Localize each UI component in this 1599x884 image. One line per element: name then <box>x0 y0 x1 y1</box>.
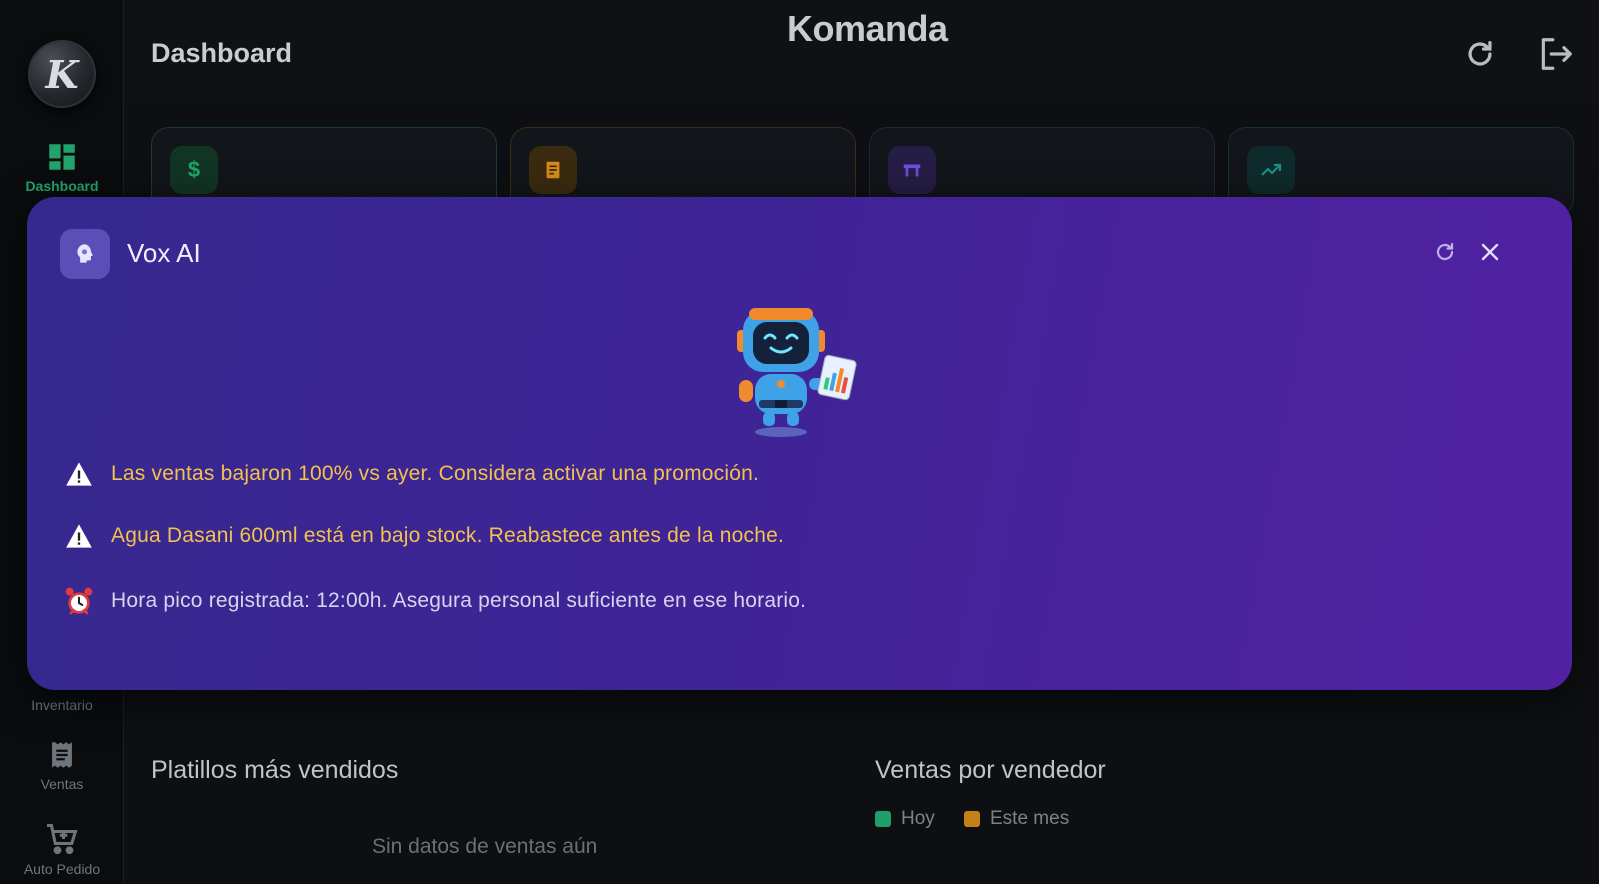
refresh-icon <box>1436 242 1454 261</box>
insight-text: Las ventas bajaron 100% vs ayer. Conside… <box>111 462 760 485</box>
app-logo[interactable]: K <box>28 40 96 108</box>
insight-item: Hora pico registrada: 12:00h. Asegura pe… <box>59 585 806 617</box>
close-icon <box>1481 243 1499 261</box>
sidebar-item-label: Auto Pedido <box>23 861 101 877</box>
legend-swatch <box>875 811 891 827</box>
sidebar-item-inventario[interactable]: Inventario <box>0 697 124 713</box>
dollar-icon: $ <box>170 146 218 194</box>
app-root: K Dashboard Inventario Ventas Auto Pedid… <box>0 0 1599 884</box>
brain-icon <box>77 244 93 263</box>
insight-text: Agua Dasani 600ml está en bajo stock. Re… <box>111 524 784 547</box>
sidebar-item-label: Inventario <box>31 697 93 713</box>
robot-mascot-illustration <box>737 308 857 437</box>
logout-button[interactable] <box>1536 34 1576 74</box>
alarm-clock-icon <box>59 585 99 617</box>
top-dishes-title: Platillos más vendidos <box>151 756 399 784</box>
top-header: Dashboard Komanda <box>124 0 1599 104</box>
table-icon <box>888 146 936 194</box>
dashboard-icon <box>49 144 75 170</box>
warning-icon <box>59 461 99 487</box>
insight-item: Agua Dasani 600ml está en bajo stock. Re… <box>59 523 784 549</box>
top-dishes-empty: Sin datos de ventas aún <box>372 835 598 858</box>
insight-item: Las ventas bajaron 100% vs ayer. Conside… <box>59 461 759 487</box>
logout-icon <box>1541 38 1572 70</box>
legend-item-month[interactable]: Este mes <box>964 808 1069 830</box>
receipt-icon <box>52 742 72 768</box>
insight-text: Hora pico registrada: 12:00h. Asegura pe… <box>111 589 807 612</box>
page-title: Dashboard <box>151 38 293 68</box>
trend-up-icon <box>1247 146 1295 194</box>
refresh-button[interactable] <box>1460 34 1500 74</box>
sidebar-item-ventas[interactable]: Ventas <box>0 738 124 792</box>
refresh-icon <box>1468 41 1492 66</box>
legend-swatch <box>964 811 980 827</box>
modal-title: Vox AI <box>127 238 201 268</box>
brand-wordmark: Komanda <box>787 8 948 49</box>
sidebar-item-label: Ventas <box>40 776 84 792</box>
sidebar-item-label: Dashboard <box>25 178 99 194</box>
receipt-icon <box>529 146 577 194</box>
modal-close-button[interactable] <box>1473 235 1507 269</box>
logo-letter: K <box>45 51 79 97</box>
modal-refresh-button[interactable] <box>1428 235 1462 269</box>
sidebar-item-dashboard[interactable]: Dashboard <box>0 140 124 194</box>
vox-ai-icon <box>60 229 110 279</box>
legend-item-today[interactable]: Hoy <box>875 808 935 830</box>
sales-by-seller-title: Ventas por vendedor <box>875 756 1106 784</box>
sidebar-item-auto-pedido[interactable]: Auto Pedido <box>0 821 124 877</box>
legend-label: Este mes <box>990 808 1070 829</box>
warning-icon <box>59 523 99 549</box>
vox-ai-modal: Vox AI Las ventas bajaron 100% vs ayer. … <box>27 197 1572 690</box>
legend-label: Hoy <box>901 808 935 829</box>
cart-icon <box>47 824 78 855</box>
